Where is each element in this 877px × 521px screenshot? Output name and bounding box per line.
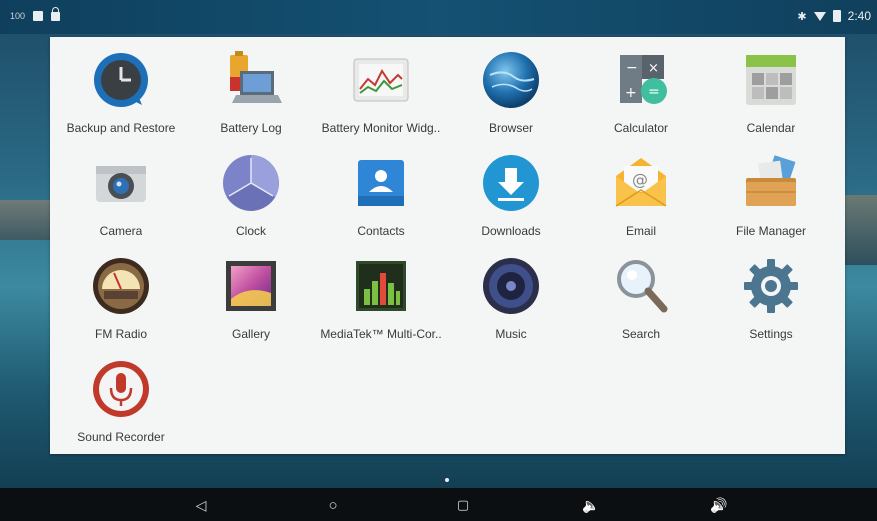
app-label: Music <box>495 327 527 341</box>
app-contacts[interactable]: Contacts <box>316 140 446 240</box>
volume-up-button[interactable]: 🔊 <box>708 495 730 515</box>
mediatek-multicore-icon <box>350 255 412 317</box>
music-speaker-icon <box>480 255 542 317</box>
gallery-icon <box>220 255 282 317</box>
svg-text:+: + <box>625 85 637 101</box>
svg-text:@: @ <box>632 170 648 189</box>
app-file-manager[interactable]: File Manager <box>706 140 836 240</box>
backup-restore-icon <box>90 49 152 111</box>
app-calendar[interactable]: Calendar <box>706 37 836 137</box>
volume-up-icon: 🔊 <box>710 496 728 513</box>
settings-gear-icon <box>740 255 802 317</box>
app-calculator[interactable]: − × + = Calculator <box>576 37 706 137</box>
app-label: MediaTek™ Multi-Cor.. <box>320 327 442 341</box>
app-label: Email <box>625 224 656 238</box>
downloads-icon <box>480 152 542 214</box>
home-icon: ○ <box>328 496 338 514</box>
app-sound-recorder[interactable]: Sound Recorder <box>56 346 186 446</box>
app-label: Camera <box>99 224 143 238</box>
app-label: Browser <box>488 121 533 135</box>
volume-down-icon: 🔈 <box>582 496 600 513</box>
app-gallery[interactable]: Gallery <box>186 243 316 343</box>
back-button[interactable]: ◁ <box>190 495 212 515</box>
app-downloads[interactable]: Downloads <box>446 140 576 240</box>
screenshot-notification-icon <box>33 10 44 21</box>
app-label: Calculator <box>613 121 669 135</box>
app-settings[interactable]: Settings <box>706 243 836 343</box>
app-label: Settings <box>749 327 793 341</box>
sound-recorder-icon <box>90 358 152 420</box>
app-backup-and-restore[interactable]: Backup and Restore <box>56 37 186 137</box>
app-music[interactable]: Music <box>446 243 576 343</box>
search-magnifier-icon <box>610 255 672 317</box>
app-label: Battery Monitor Widg.. <box>321 121 441 135</box>
svg-text:=: = <box>648 84 660 100</box>
bluetooth-icon: ✱ <box>797 10 807 23</box>
status-bar: 100 ✱ 2:40 <box>0 0 877 34</box>
back-icon: ◁ <box>195 496 207 513</box>
calendar-icon <box>740 49 802 111</box>
app-label: Calendar <box>746 121 796 135</box>
app-label: Downloads <box>481 224 541 238</box>
app-battery-monitor-widget[interactable]: Battery Monitor Widg.. <box>316 37 446 137</box>
email-icon: @ <box>610 152 672 214</box>
navigation-bar: ◁ ○ ▢ 🔈 🔊 <box>0 488 877 521</box>
volume-down-button[interactable]: 🔈 <box>580 495 602 515</box>
recents-button[interactable]: ▢ <box>452 495 474 515</box>
app-battery-log[interactable]: Battery Log <box>186 37 316 137</box>
recents-icon: ▢ <box>456 497 470 512</box>
app-label: File Manager <box>735 224 807 238</box>
battery-icon <box>832 10 841 22</box>
app-label: Backup and Restore <box>66 121 176 135</box>
page-indicator-dot <box>445 478 449 482</box>
browser-globe-icon <box>480 49 542 111</box>
svg-text:×: × <box>648 61 659 76</box>
contacts-icon <box>350 152 412 214</box>
wallpaper-coast-left <box>0 200 52 240</box>
app-label: Gallery <box>231 327 270 341</box>
app-label: Contacts <box>357 224 405 238</box>
lock-icon <box>51 7 61 21</box>
app-label: Clock <box>235 224 266 238</box>
wallpaper-coast-right <box>842 195 877 265</box>
app-camera[interactable]: Camera <box>56 140 186 240</box>
camera-icon <box>90 152 152 214</box>
home-button[interactable]: ○ <box>322 495 344 515</box>
app-label: Battery Log <box>220 121 282 135</box>
app-label: Sound Recorder <box>77 430 165 444</box>
app-label: Search <box>621 327 661 341</box>
fm-radio-icon <box>90 255 152 317</box>
clock-icon <box>220 152 282 214</box>
status-left-icons: 100 <box>10 7 61 21</box>
app-label: FM Radio <box>94 327 147 341</box>
app-clock[interactable]: Clock <box>186 140 316 240</box>
battery-monitor-icon <box>350 49 412 111</box>
app-search[interactable]: Search <box>576 243 706 343</box>
app-browser[interactable]: Browser <box>446 37 576 137</box>
calculator-icon: − × + = <box>610 49 672 111</box>
app-mediatek-multicore[interactable]: MediaTek™ Multi-Cor.. <box>316 243 446 343</box>
battery-log-icon <box>220 49 282 111</box>
app-drawer: Backup and Restore Battery Log Battery M <box>50 37 845 454</box>
app-email[interactable]: @ Email <box>576 140 706 240</box>
status-left-text: 100 <box>10 10 26 21</box>
svg-text:−: − <box>626 60 638 76</box>
wifi-icon <box>813 11 826 21</box>
status-right-icons: ✱ 2:40 <box>797 9 871 23</box>
status-time: 2:40 <box>847 9 871 23</box>
app-fm-radio[interactable]: FM Radio <box>56 243 186 343</box>
file-manager-icon <box>740 152 802 214</box>
